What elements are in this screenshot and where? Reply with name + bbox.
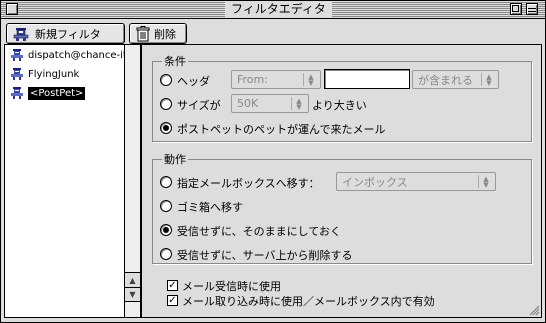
filter-item-selected[interactable]: <PostPet> (6, 84, 86, 102)
scroll-up-arrow[interactable]: ▲ (125, 272, 140, 287)
header-field-value: From: (237, 73, 268, 86)
window-title: フィルタエディタ (225, 2, 332, 17)
size-radio[interactable] (160, 98, 172, 110)
delete-button[interactable]: 削除 (129, 23, 187, 44)
popup-arrows-icon: ▲ ▼ (291, 97, 306, 110)
delete-server-radio[interactable] (160, 248, 172, 260)
move-radio-label: 指定メールボックスへ移す： (177, 177, 320, 190)
postpet-radio-label: ポストペットのペットが運んで来たメール (177, 123, 386, 136)
trash-icon (136, 25, 150, 41)
robot-filter-icon (11, 49, 23, 61)
keep-radio[interactable] (160, 224, 172, 236)
header-radio[interactable] (160, 74, 172, 86)
filter-name: dispatch@chance-it.co (28, 49, 125, 61)
popup-arrows-icon: ▲ ▼ (303, 73, 318, 86)
new-filter-icon (13, 27, 29, 41)
new-filter-button[interactable]: 新規フィルタ (6, 23, 125, 44)
header-match-value: が含まれる (418, 73, 473, 87)
conditions-label: 条件 (162, 53, 188, 69)
actions-label: 動作 (162, 151, 188, 167)
popup-arrows-icon: ▲ ▼ (481, 73, 496, 86)
use-on-import-label: メール取り込み時に使用／メールボックス内で有効 (182, 295, 435, 308)
size-select[interactable]: 50K ▲ ▼ (231, 94, 309, 113)
filter-name: <PostPet> (28, 86, 86, 100)
popup-arrows-icon: ▲ ▼ (478, 175, 493, 188)
size-suffix-label: より大きい (312, 99, 367, 112)
mailbox-value: インボックス (342, 175, 408, 189)
use-on-receive-checkbox[interactable]: ✓ (167, 280, 178, 291)
trash-radio-label: ゴミ箱へ移す (177, 201, 243, 214)
new-filter-label: 新規フィルタ (35, 27, 101, 41)
header-field-select[interactable]: From: ▲ ▼ (231, 70, 321, 89)
header-radio-label: ヘッダ (177, 75, 210, 88)
filter-list[interactable]: dispatch@chance-it.co FlyingJunk <PostPe… (4, 44, 125, 318)
move-radio[interactable] (160, 176, 172, 188)
delete-server-radio-label: 受信せずに、サーバ上から削除する (177, 249, 353, 262)
keep-radio-label: 受信せずに、そのままにしておく (177, 225, 342, 238)
zoom-box[interactable] (510, 3, 522, 15)
filter-name: FlyingJunk (28, 68, 80, 80)
size-value: 50K (237, 97, 259, 110)
header-match-select[interactable]: が含まれる ▲ ▼ (412, 70, 499, 89)
list-scrollbar[interactable]: ▲ ▼ (125, 44, 141, 318)
trash-radio[interactable] (160, 200, 172, 212)
close-box[interactable] (6, 3, 18, 15)
header-value-input[interactable] (324, 69, 410, 89)
filter-item[interactable]: FlyingJunk (6, 65, 125, 83)
postpet-radio[interactable] (160, 122, 172, 134)
robot-filter-icon (11, 87, 23, 99)
filter-item[interactable]: dispatch@chance-it.co (6, 46, 125, 64)
use-on-import-checkbox[interactable]: ✓ (167, 295, 178, 306)
mailbox-select[interactable]: インボックス ▲ ▼ (336, 172, 496, 191)
resize-grip-icon[interactable] (526, 302, 540, 316)
robot-filter-icon (11, 68, 23, 80)
delete-label: 削除 (154, 27, 176, 41)
size-radio-label: サイズが (177, 99, 221, 112)
collapse-box[interactable] (526, 3, 538, 15)
scroll-down-arrow[interactable]: ▼ (125, 287, 140, 302)
use-on-receive-label: メール受信時に使用 (182, 280, 281, 293)
filter-settings-pane: 条件 ヘッダ From: ▲ ▼ が含まれる ▲ ▼ サイズが 50K ▲ ▼ より大… (141, 44, 542, 318)
